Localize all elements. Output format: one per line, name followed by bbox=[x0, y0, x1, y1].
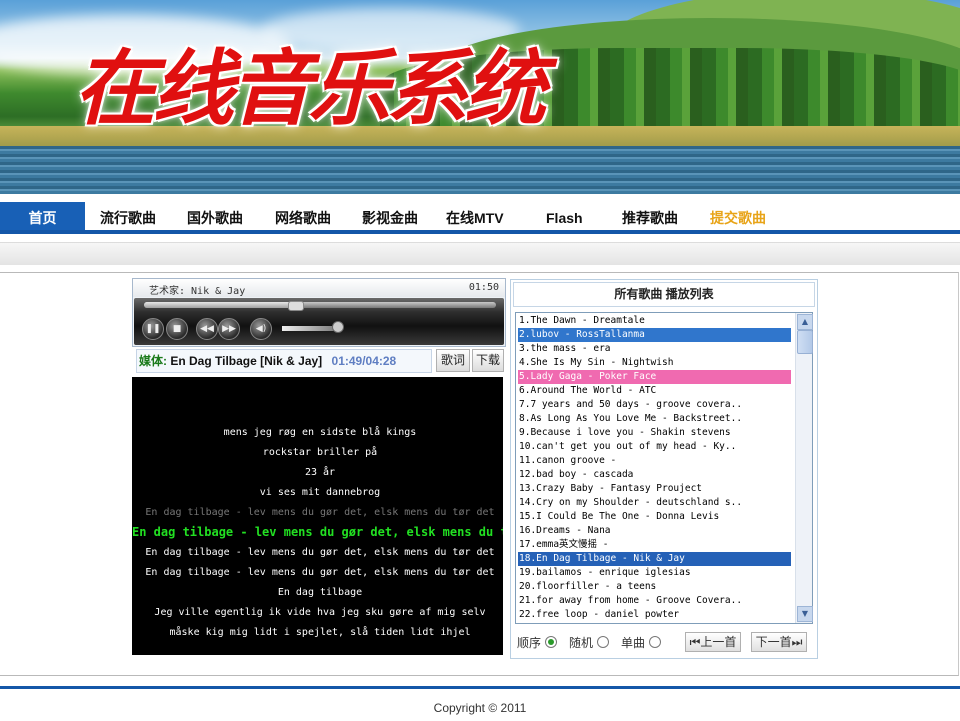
volume-icon[interactable]: ◀) bbox=[250, 318, 272, 340]
playlist-item[interactable]: 15.I Could Be The One - Donna Levis bbox=[518, 510, 791, 524]
lyric-line: En dag tilbage - lev mens du gør det, el… bbox=[145, 567, 495, 578]
artist-label: 艺术家: Nik & Jay bbox=[149, 286, 246, 297]
copyright: Copyright © 2011 bbox=[433, 701, 527, 715]
lyric-line: En dag tilbage - lev mens du gør det, el… bbox=[145, 547, 495, 558]
playback-position: 01:49/04:28 bbox=[331, 354, 397, 368]
nav-item-mtv[interactable]: 在线MTV bbox=[446, 208, 504, 228]
stop-icon[interactable]: ■ bbox=[166, 318, 188, 340]
lyrics-panel: mens jeg røg en sidste blå kings rocksta… bbox=[132, 377, 503, 655]
banner-lake bbox=[0, 146, 960, 194]
mode-single[interactable]: 单曲 bbox=[621, 634, 662, 651]
seek-knob[interactable] bbox=[288, 301, 305, 311]
nav-item-network[interactable]: 网络歌曲 bbox=[275, 208, 331, 228]
lyric-line-current: En dag tilbage - lev mens du gør det, el… bbox=[132, 525, 503, 539]
nav-item-flash[interactable]: Flash bbox=[546, 210, 583, 226]
mode-shuffle[interactable]: 随机 bbox=[569, 634, 610, 651]
playlist-item[interactable]: 21.for away from home - Groove Covera.. bbox=[518, 594, 791, 608]
footer-rule bbox=[0, 686, 960, 689]
lyric-line-previous: En dag tilbage - lev mens du gør det, el… bbox=[145, 507, 495, 518]
lyric-line: rockstar briller på bbox=[262, 447, 378, 458]
playlist-item[interactable]: 22.free loop - daniel powter bbox=[518, 608, 791, 622]
scroll-up-icon[interactable]: ▲ bbox=[797, 314, 813, 330]
lyric-line: 23 år bbox=[304, 467, 336, 478]
playlist-item[interactable]: 18.En Dag Tilbage - Nik & Jay bbox=[518, 552, 791, 566]
nav-underline bbox=[0, 230, 960, 234]
playlist-scrollbar[interactable]: ▲ ▼ bbox=[795, 313, 813, 623]
media-label: 媒体: bbox=[139, 354, 167, 368]
playlist-item[interactable]: 14.Cry on my Shoulder - deutschland s.. bbox=[518, 496, 791, 510]
radio-shuffle[interactable] bbox=[597, 636, 610, 648]
playlist-item[interactable]: 10.can't get you out of my head - Ky.. bbox=[518, 440, 791, 454]
lyrics-button[interactable]: 歌词 bbox=[436, 349, 470, 372]
playlist-item[interactable]: 7.7 years and 50 days - groove covera.. bbox=[518, 398, 791, 412]
elapsed-time: 01:50 bbox=[468, 282, 499, 293]
nav-item-foreign[interactable]: 国外歌曲 bbox=[187, 208, 243, 228]
radio-sequential[interactable] bbox=[545, 636, 558, 648]
playlist-item[interactable]: 9.Because i love you - Shakin stevens bbox=[518, 426, 791, 440]
volume-knob[interactable] bbox=[332, 321, 344, 333]
now-playing-title: En Dag Tilbage [Nik & Jay] bbox=[170, 354, 323, 368]
playlist-item[interactable]: 5.Lady Gaga - Poker Face bbox=[518, 370, 791, 384]
scroll-thumb[interactable] bbox=[797, 330, 813, 354]
playlist-item[interactable]: 13.Crazy Baby - Fantasy Prouject bbox=[518, 482, 791, 496]
nav-item-submit[interactable]: 提交歌曲 bbox=[710, 208, 766, 228]
next-icon[interactable]: ▶▶ bbox=[218, 318, 240, 340]
playback-mode-bar: 顺序 随机 单曲 ⏮上一首 下一首⏭ bbox=[511, 630, 817, 652]
radio-single[interactable] bbox=[649, 636, 662, 648]
mode-sequential[interactable]: 顺序 bbox=[517, 634, 558, 651]
sub-bar bbox=[0, 242, 960, 265]
next-song-button[interactable]: 下一首⏭ bbox=[751, 632, 807, 652]
lyric-line: mens jeg røg en sidste blå kings bbox=[223, 427, 417, 438]
playlist-item[interactable]: 3.the mass - era bbox=[518, 342, 791, 356]
playlist-panel: 所有歌曲 播放列表 1.The Dawn - Dreamtale 2.lubov … bbox=[510, 279, 818, 659]
lyric-line: Jeg ville egentlig ik vide hva jeg sku g… bbox=[154, 607, 486, 618]
playlist-item[interactable]: 17.emma英文慢摇 - bbox=[518, 538, 791, 552]
prev-track-icon: ⏮ bbox=[689, 635, 701, 649]
lyric-line: vi ses mit dannebrog bbox=[259, 487, 381, 498]
playlist-item[interactable]: 20.floorfiller - a teens bbox=[518, 580, 791, 594]
nav-item-recommended[interactable]: 推荐歌曲 bbox=[622, 208, 678, 228]
scroll-down-icon[interactable]: ▼ bbox=[797, 606, 813, 622]
download-button[interactable]: 下载 bbox=[472, 349, 504, 372]
playlist-item[interactable]: 2.lubov - RossTallanma bbox=[518, 328, 791, 342]
site-logo: 在线音乐系统 bbox=[74, 41, 546, 137]
playlist-listbox[interactable]: 1.The Dawn - Dreamtale 2.lubov - RossTall… bbox=[515, 312, 813, 624]
volume-slider[interactable] bbox=[282, 326, 338, 331]
next-track-icon: ⏭ bbox=[791, 635, 803, 649]
nav-item-pop[interactable]: 流行歌曲 bbox=[100, 208, 156, 228]
player-controls: ❚❚ ■ ◀◀ ▶▶ ◀) bbox=[134, 298, 504, 345]
playlist-item[interactable]: 16.Dreams - Nana bbox=[518, 524, 791, 538]
banner: 在线音乐系统 bbox=[0, 0, 960, 194]
playlist-item[interactable]: 8.As Long As You Love Me - Backstreet.. bbox=[518, 412, 791, 426]
prev-song-button[interactable]: ⏮上一首 bbox=[685, 632, 741, 652]
playlist-header: 所有歌曲 播放列表 bbox=[513, 282, 815, 307]
playlist-item[interactable]: 6.Around The World - ATC bbox=[518, 384, 791, 398]
pause-icon[interactable]: ❚❚ bbox=[142, 318, 164, 340]
playlist-item[interactable]: 12.bad boy - cascada bbox=[518, 468, 791, 482]
playlist-rows: 1.The Dawn - Dreamtale 2.lubov - RossTall… bbox=[518, 314, 791, 622]
nav-item-film[interactable]: 影视金曲 bbox=[362, 208, 418, 228]
playlist-item[interactable]: 1.The Dawn - Dreamtale bbox=[518, 314, 791, 328]
now-playing-bar: 媒体: En Dag Tilbage [Nik & Jay] 01:49/04:… bbox=[136, 349, 432, 373]
lyric-line: En dag tilbage bbox=[277, 587, 363, 598]
media-player: 艺术家: Nik & Jay 01:50 ❚❚ ■ ◀◀ ▶▶ ◀) bbox=[132, 278, 506, 347]
main-nav: 首页 流行歌曲 国外歌曲 网络歌曲 影视金曲 在线MTV Flash 推荐歌曲 … bbox=[0, 194, 960, 240]
playlist-item[interactable]: 4.She Is My Sin - Nightwish bbox=[518, 356, 791, 370]
playlist-item[interactable]: 11.canon groove - bbox=[518, 454, 791, 468]
prev-icon[interactable]: ◀◀ bbox=[196, 318, 218, 340]
player-info-bar: 艺术家: Nik & Jay 01:50 bbox=[133, 279, 505, 297]
seek-progress bbox=[144, 302, 296, 308]
seek-bar[interactable] bbox=[144, 301, 496, 311]
playlist-item[interactable]: 19.bailamos - enrique iglesias bbox=[518, 566, 791, 580]
lyric-line: måske kig mig lidt i spejlet, slå tiden … bbox=[169, 627, 471, 638]
